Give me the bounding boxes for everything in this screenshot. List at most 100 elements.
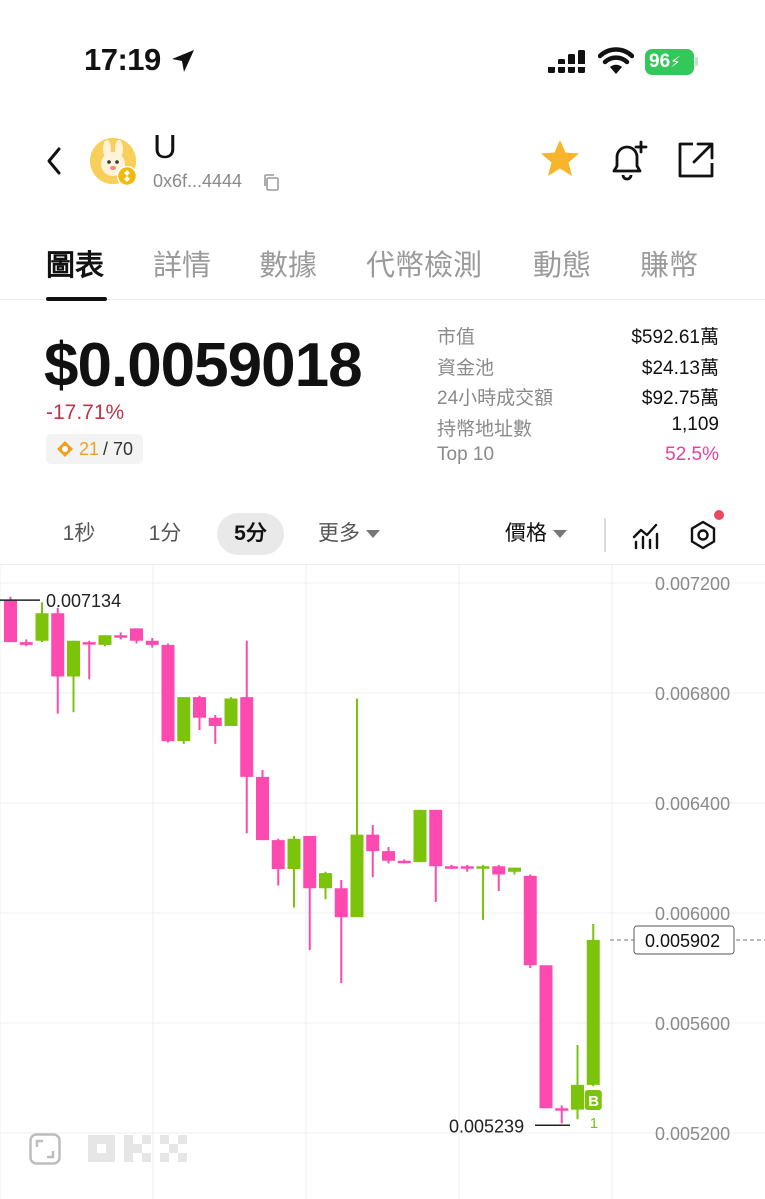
- active-tab-indicator: [46, 297, 107, 301]
- candle-body: [98, 635, 112, 645]
- buy-marker-label: B: [588, 1093, 599, 1110]
- candle-body: [476, 866, 490, 869]
- toolbar-divider: [604, 518, 606, 552]
- fullscreen-icon[interactable]: [29, 1133, 61, 1165]
- back-button[interactable]: [40, 143, 70, 179]
- candle-body: [382, 851, 395, 861]
- tab-chart[interactable]: 圖表: [46, 242, 104, 284]
- chevron-down-icon: [366, 530, 380, 539]
- stat-24h-volume: 24小時成交額 $92.75萬: [437, 383, 719, 414]
- share-icon[interactable]: [676, 140, 716, 180]
- candle-body: [287, 838, 301, 869]
- candle-body: [429, 809, 443, 867]
- y-axis-tick-label: 0.006400: [655, 794, 730, 814]
- candle-body: [334, 888, 348, 918]
- more-timeframes-dropdown[interactable]: 更多: [318, 513, 380, 555]
- timeframe-5m[interactable]: 5分: [217, 513, 284, 555]
- candle-body: [586, 939, 600, 1085]
- candle-body: [208, 717, 222, 726]
- candle-body: [114, 635, 128, 638]
- y-axis-tick-label: 0.006800: [655, 684, 730, 704]
- y-axis-tick-label: 0.005600: [655, 1014, 730, 1034]
- chain-badge-icon: [117, 166, 137, 186]
- score-diamond-icon: [57, 441, 73, 457]
- stat-label: Top 10: [437, 444, 495, 465]
- candle-body: [4, 599, 17, 643]
- score-total: / 70: [103, 439, 134, 459]
- candle-body: [460, 866, 474, 869]
- add-alert-bell-icon[interactable]: [607, 138, 651, 182]
- tab-details[interactable]: 詳情: [153, 242, 211, 284]
- more-label: 更多: [318, 522, 360, 545]
- tab-token-check[interactable]: 代幣檢測: [366, 242, 482, 284]
- candle-body: [539, 965, 553, 1109]
- chart-toolbar: 1秒 1分 5分 更多 價格: [0, 508, 765, 558]
- price-type-dropdown[interactable]: 價格: [505, 513, 567, 555]
- candle-body: [145, 640, 159, 645]
- candle-body: [19, 642, 33, 645]
- candle-body: [366, 834, 380, 852]
- candle-body: [224, 698, 238, 726]
- candle-body: [35, 613, 49, 641]
- okx-watermark-logo: [88, 1135, 187, 1162]
- stat-holders: 持幣地址數 1,109: [437, 414, 719, 445]
- cellular-signal-icon: [548, 50, 585, 73]
- candle-body: [67, 640, 80, 677]
- candle-body: [240, 697, 254, 777]
- stat-market-cap: 市值 $592.61萬: [437, 322, 719, 353]
- candlestick-chart[interactable]: 0.007200 0.006800 0.006400 0.006000 0.005600…: [0, 565, 765, 1199]
- stat-liquidity: 資金池 $24.13萬: [437, 353, 719, 384]
- stat-top10: Top 10 52.5%: [437, 444, 719, 475]
- candle-body: [177, 697, 191, 742]
- copy-icon[interactable]: [262, 173, 280, 191]
- timeframe-1s[interactable]: 1秒: [50, 513, 108, 555]
- favorite-star-icon[interactable]: [538, 138, 582, 180]
- token-avatar: [90, 138, 137, 186]
- battery-cap: [695, 57, 698, 66]
- high-price-label: 0.007134: [46, 591, 121, 611]
- token-stats: 市值 $592.61萬 資金池 $24.13萬 24小時成交額 $92.75萬 …: [437, 322, 719, 475]
- tab-data[interactable]: 數據: [259, 242, 317, 284]
- candle-body: [555, 1108, 569, 1111]
- token-name: U: [153, 128, 177, 165]
- candle-body: [492, 866, 506, 875]
- tab-earn[interactable]: 賺幣: [640, 242, 698, 284]
- price-change: -17.71%: [46, 401, 125, 424]
- candle-body: [161, 644, 175, 742]
- candle-body: [508, 867, 521, 872]
- tab-activity[interactable]: 動態: [533, 242, 591, 284]
- candle-body: [82, 642, 96, 645]
- candle-body: [130, 628, 143, 641]
- chevron-down-icon: [553, 530, 567, 539]
- battery-level: 96: [649, 51, 671, 72]
- stat-label: 資金池: [437, 357, 495, 379]
- price-type-label: 價格: [505, 522, 547, 545]
- stat-value: 52.5%: [665, 444, 719, 465]
- stat-value: 1,109: [671, 413, 719, 435]
- low-price-label: 0.005239: [449, 1116, 524, 1136]
- candle-body: [445, 866, 458, 869]
- candle-body: [571, 1084, 584, 1110]
- candle-body: [413, 809, 427, 863]
- indicator-chart-icon[interactable]: [631, 520, 661, 550]
- candle-body: [523, 875, 537, 966]
- token-address: 0x6f...4444: [153, 171, 243, 191]
- y-axis-tick-label: 0.006000: [655, 904, 730, 924]
- status-bar: 17:19 96⚡: [0, 0, 765, 110]
- chart-settings-icon[interactable]: [688, 520, 718, 550]
- stat-label: 市值: [437, 327, 476, 348]
- location-arrow-icon: [172, 50, 194, 72]
- stat-label: 持幣地址數: [437, 418, 533, 440]
- timeframe-1m[interactable]: 1分: [136, 513, 194, 555]
- score-value: 21: [79, 439, 100, 459]
- candle-body: [303, 836, 317, 889]
- tab-bar: 圖表 詳情 數據 代幣檢測 動態 賺幣: [0, 232, 765, 301]
- y-axis-tick-label: 0.007200: [655, 574, 730, 594]
- stat-value: $92.75萬: [641, 388, 719, 409]
- last-price-label: 0.005902: [645, 931, 720, 951]
- battery-indicator: 96⚡: [645, 49, 694, 75]
- token-score-badge[interactable]: 21 / 70: [46, 434, 144, 464]
- wifi-icon: [598, 47, 634, 74]
- current-price: $0.0059018: [44, 331, 363, 400]
- stat-label: 24小時成交額: [437, 388, 554, 409]
